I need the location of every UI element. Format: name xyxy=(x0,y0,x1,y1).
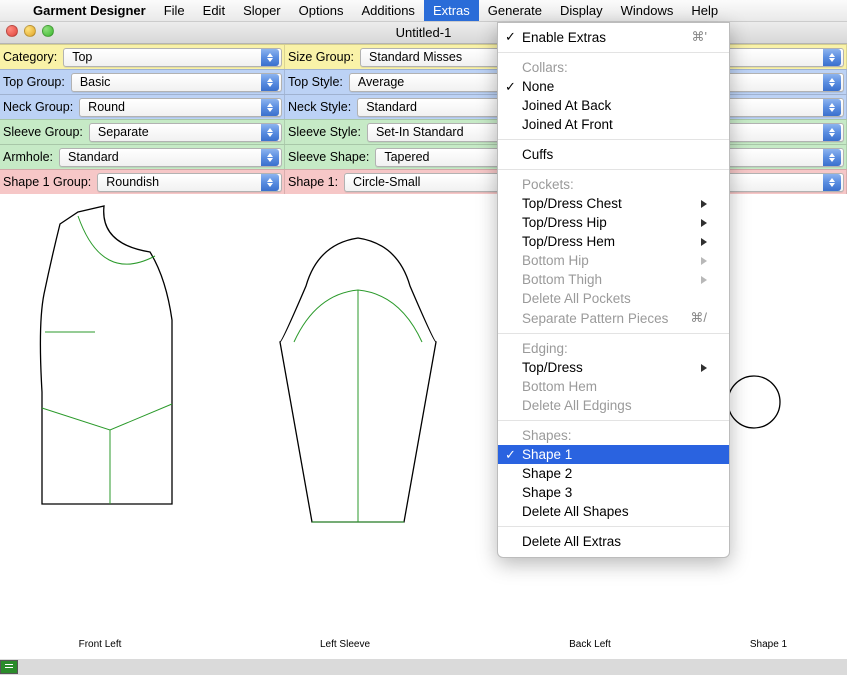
menu-extras[interactable]: Extras xyxy=(424,0,479,21)
pattern-labels: Front Left Left Sleeve Back Left Shape 1 xyxy=(0,639,847,659)
menu-item-collar-none[interactable]: None xyxy=(498,77,729,96)
system-menubar: Garment Designer File Edit Sloper Option… xyxy=(0,0,847,22)
label-front-left: Front Left xyxy=(0,639,200,650)
select-sleeve-group[interactable]: Separate xyxy=(89,123,282,142)
select-shape1-group[interactable]: Roundish xyxy=(97,173,282,192)
menu-file[interactable]: File xyxy=(155,0,194,21)
pattern-piece-left-sleeve xyxy=(270,234,445,534)
menu-display[interactable]: Display xyxy=(551,0,612,21)
menu-header-shapes: Shapes: xyxy=(498,426,729,445)
menu-item-pocket-hip[interactable]: Top/Dress Hip xyxy=(498,213,729,232)
menu-help[interactable]: Help xyxy=(682,0,727,21)
shortcut: ⌘' xyxy=(692,29,707,45)
chevron-right-icon xyxy=(701,238,707,246)
window-controls xyxy=(6,25,54,37)
chevron-updown-icon xyxy=(261,49,279,66)
pattern-piece-shape1 xyxy=(724,372,784,432)
menu-item-pocket-hem[interactable]: Top/Dress Hem xyxy=(498,232,729,251)
menu-item-delete-all-shapes[interactable]: Delete All Shapes xyxy=(498,502,729,521)
label-back-left: Back Left xyxy=(490,639,690,650)
menu-item-edging-top-dress[interactable]: Top/Dress xyxy=(498,358,729,377)
label-sleeve-style: Sleeve Style: xyxy=(288,125,361,139)
menu-item-pocket-bottom-hip: Bottom Hip xyxy=(498,251,729,270)
select-neck-group[interactable]: Round xyxy=(79,98,282,117)
app-menu[interactable]: Garment Designer xyxy=(24,3,155,18)
menu-extras-dropdown: Enable Extras ⌘' Collars: None Joined At… xyxy=(497,22,730,558)
menu-item-enable-extras[interactable]: Enable Extras ⌘' xyxy=(498,27,729,47)
chevron-right-icon xyxy=(701,276,707,284)
window-title: Untitled-1 xyxy=(396,25,452,40)
menu-item-delete-all-pockets: Delete All Pockets xyxy=(498,289,729,308)
menu-header-pockets: Pockets: xyxy=(498,175,729,194)
menu-item-delete-all-extras[interactable]: Delete All Extras xyxy=(498,532,729,551)
chevron-right-icon xyxy=(701,257,707,265)
menu-item-shape-2[interactable]: Shape 2 xyxy=(498,464,729,483)
chevron-updown-icon xyxy=(823,99,841,116)
menu-item-collar-joined-front[interactable]: Joined At Front xyxy=(498,115,729,134)
zoom-window-button[interactable] xyxy=(42,25,54,37)
menu-item-collar-joined-back[interactable]: Joined At Back xyxy=(498,96,729,115)
label-neck-style: Neck Style: xyxy=(288,100,351,114)
menu-item-cuffs[interactable]: Cuffs xyxy=(498,145,729,164)
chevron-right-icon xyxy=(701,200,707,208)
chevron-updown-icon xyxy=(261,74,279,91)
chevron-updown-icon xyxy=(823,124,841,141)
label-armhole: Armhole: xyxy=(3,150,53,164)
menu-item-pocket-bottom-thigh: Bottom Thigh xyxy=(498,270,729,289)
menu-item-shape-3[interactable]: Shape 3 xyxy=(498,483,729,502)
menu-options[interactable]: Options xyxy=(290,0,353,21)
chevron-updown-icon xyxy=(261,124,279,141)
label-top-style: Top Style: xyxy=(288,75,343,89)
label-left-sleeve: Left Sleeve xyxy=(200,639,490,650)
select-category[interactable]: Top xyxy=(63,48,282,67)
window-footer xyxy=(0,659,847,675)
pattern-piece-front-left xyxy=(30,204,185,514)
chevron-updown-icon xyxy=(261,149,279,166)
chevron-right-icon xyxy=(701,219,707,227)
footer-tool-icon[interactable] xyxy=(0,660,18,674)
chevron-updown-icon xyxy=(823,174,841,191)
chevron-updown-icon xyxy=(261,99,279,116)
chevron-updown-icon xyxy=(823,149,841,166)
chevron-updown-icon xyxy=(823,49,841,66)
menu-generate[interactable]: Generate xyxy=(479,0,551,21)
select-top-group[interactable]: Basic xyxy=(71,73,282,92)
label-shape1-canvas: Shape 1 xyxy=(690,639,847,650)
close-window-button[interactable] xyxy=(6,25,18,37)
menu-header-edging: Edging: xyxy=(498,339,729,358)
label-sleeve-shape: Sleeve Shape: xyxy=(288,150,369,164)
menu-item-pocket-chest[interactable]: Top/Dress Chest xyxy=(498,194,729,213)
label-top-group: Top Group: xyxy=(3,75,65,89)
label-shape1-group: Shape 1 Group: xyxy=(3,175,91,189)
menu-item-delete-all-edgings: Delete All Edgings xyxy=(498,396,729,415)
label-neck-group: Neck Group: xyxy=(3,100,73,114)
menu-item-shape-1[interactable]: Shape 1 xyxy=(498,445,729,464)
label-sleeve-group: Sleeve Group: xyxy=(3,125,83,139)
label-category: Category: xyxy=(3,50,57,64)
menu-additions[interactable]: Additions xyxy=(352,0,423,21)
menu-item-edging-bottom-hem: Bottom Hem xyxy=(498,377,729,396)
menu-header-collars: Collars: xyxy=(498,58,729,77)
chevron-right-icon xyxy=(701,364,707,372)
menu-edit[interactable]: Edit xyxy=(194,0,234,21)
menu-item-separate-pattern-pieces: Separate Pattern Pieces⌘/ xyxy=(498,308,729,328)
label-size-group: Size Group: xyxy=(288,50,354,64)
select-armhole[interactable]: Standard xyxy=(59,148,282,167)
label-shape1: Shape 1: xyxy=(288,175,338,189)
menu-sloper[interactable]: Sloper xyxy=(234,0,290,21)
chevron-updown-icon xyxy=(823,74,841,91)
minimize-window-button[interactable] xyxy=(24,25,36,37)
chevron-updown-icon xyxy=(261,174,279,191)
menu-windows[interactable]: Windows xyxy=(612,0,683,21)
